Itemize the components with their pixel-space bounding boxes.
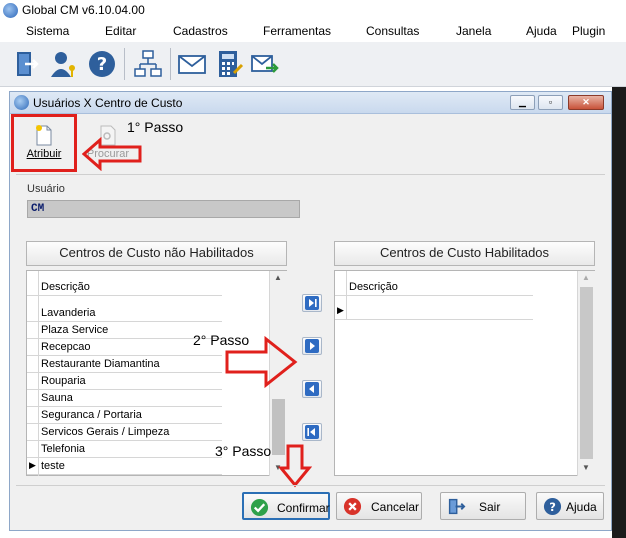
step1-arrow-icon [82, 137, 142, 171]
dialog-titlebar: Usuários X Centro de Custo ▁ ▫ ✕ [10, 92, 611, 114]
check-icon [250, 498, 269, 517]
menu-ferramentas[interactable]: Ferramentas [263, 24, 331, 38]
svg-text:?: ? [549, 500, 556, 514]
scroll-up-icon[interactable]: ▲ [582, 273, 590, 282]
scroll-up-icon[interactable]: ▲ [274, 273, 282, 282]
close-button[interactable]: ✕ [568, 95, 604, 110]
mail-icon[interactable] [174, 45, 210, 83]
cancelar-label: Cancelar [371, 500, 420, 514]
new-document-icon [36, 125, 52, 146]
current-row-marker-icon: ▶ [29, 460, 36, 470]
move-all-right-button[interactable] [302, 294, 322, 312]
list-item[interactable]: Seguranca / Portaria [27, 407, 222, 424]
main-toolbar: ? [0, 42, 626, 87]
move-left-button[interactable] [302, 380, 322, 398]
help-icon[interactable]: ? [84, 45, 120, 83]
menu-cadastros[interactable]: Cadastros [173, 24, 228, 38]
divider [16, 485, 605, 486]
minimize-button[interactable]: ▁ [510, 95, 535, 110]
step3-arrow-icon [278, 444, 312, 488]
last-arrow-icon [305, 296, 319, 310]
app-title: Global CM v6.10.04.00 [22, 3, 145, 17]
right-arrow-icon [305, 339, 319, 353]
usuario-label: Usuário [27, 183, 65, 195]
right-scrollbar[interactable]: ▲ ▼ [577, 271, 595, 476]
current-row-marker-icon: ▶ [337, 305, 344, 315]
step1-annotation: 1° Passo [127, 119, 184, 135]
mail-send-icon[interactable] [247, 45, 283, 83]
column-header-descricao[interactable]: Descrição [27, 279, 222, 296]
exit-door-icon [448, 498, 466, 515]
list-item[interactable]: Restaurante Diamantina [27, 356, 222, 373]
list-item[interactable]: Rouparia [27, 373, 222, 390]
list-item[interactable]: Servicos Gerais / Limpeza [27, 424, 222, 441]
exit-icon[interactable] [8, 45, 44, 83]
svg-text:?: ? [97, 54, 107, 75]
step3-annotation: 3° Passo [215, 443, 272, 459]
right-list-header: Centros de Custo Habilitados [334, 241, 595, 266]
menubar: Sistema Editar Cadastros Ferramentas Con… [0, 22, 626, 42]
menu-consultas[interactable]: Consultas [366, 24, 419, 38]
confirmar-button[interactable]: Confirmar [242, 492, 330, 520]
step2-annotation: 2° Passo [193, 332, 250, 348]
sair-label: Sair [479, 500, 501, 514]
list-item[interactable]: Lavanderia [27, 305, 222, 322]
usuario-field[interactable]: CM [27, 200, 300, 218]
menu-sistema[interactable]: Sistema [26, 24, 69, 38]
scroll-thumb[interactable] [580, 287, 593, 459]
dialog-logo-icon [14, 95, 29, 110]
scroll-down-icon[interactable]: ▼ [582, 463, 590, 472]
menu-plugin[interactable]: Plugin [572, 24, 605, 38]
dialog-usuarios-centro-custo: Usuários X Centro de Custo ▁ ▫ ✕ Atribui… [9, 91, 612, 531]
atribuir-label: Atribuir [26, 148, 62, 160]
first-arrow-icon [305, 425, 319, 439]
menu-ajuda[interactable]: Ajuda [526, 24, 557, 38]
help-icon: ? [543, 497, 562, 516]
list-item[interactable]: Sauna [27, 390, 222, 407]
menu-janela[interactable]: Janela [456, 24, 491, 38]
list-item[interactable]: Telefonia [27, 441, 222, 458]
empty-row[interactable] [335, 303, 533, 320]
org-chart-icon[interactable] [130, 45, 166, 83]
column-header-descricao[interactable]: Descrição [335, 279, 533, 296]
calculator-icon[interactable] [211, 45, 247, 83]
cancelar-button[interactable]: Cancelar [336, 492, 422, 520]
right-grid: Descrição ▶ ▲ ▼ [334, 270, 595, 476]
ajuda-label: Ajuda [566, 500, 597, 514]
list-item-selected[interactable]: teste [27, 458, 222, 475]
left-arrow-icon [305, 382, 319, 396]
confirmar-label: Confirmar [277, 501, 330, 515]
atribuir-button[interactable]: Atribuir [16, 118, 72, 166]
left-list-header: Centros de Custo não Habilitados [26, 241, 287, 266]
app-logo-icon [3, 3, 18, 18]
ajuda-button[interactable]: ? Ajuda [536, 492, 604, 520]
menu-editar[interactable]: Editar [105, 24, 136, 38]
toolbar-separator [124, 48, 125, 80]
user-key-icon[interactable] [46, 45, 82, 83]
background-decoration [612, 87, 626, 538]
move-right-button[interactable] [302, 337, 322, 355]
move-all-left-button[interactable] [302, 423, 322, 441]
toolbar-separator [170, 48, 171, 80]
divider [16, 174, 605, 175]
maximize-button[interactable]: ▫ [538, 95, 563, 110]
cancel-icon [343, 497, 362, 516]
dialog-title: Usuários X Centro de Custo [33, 96, 183, 110]
sair-button[interactable]: Sair [440, 492, 526, 520]
app-titlebar: Global CM v6.10.04.00 [0, 0, 626, 22]
